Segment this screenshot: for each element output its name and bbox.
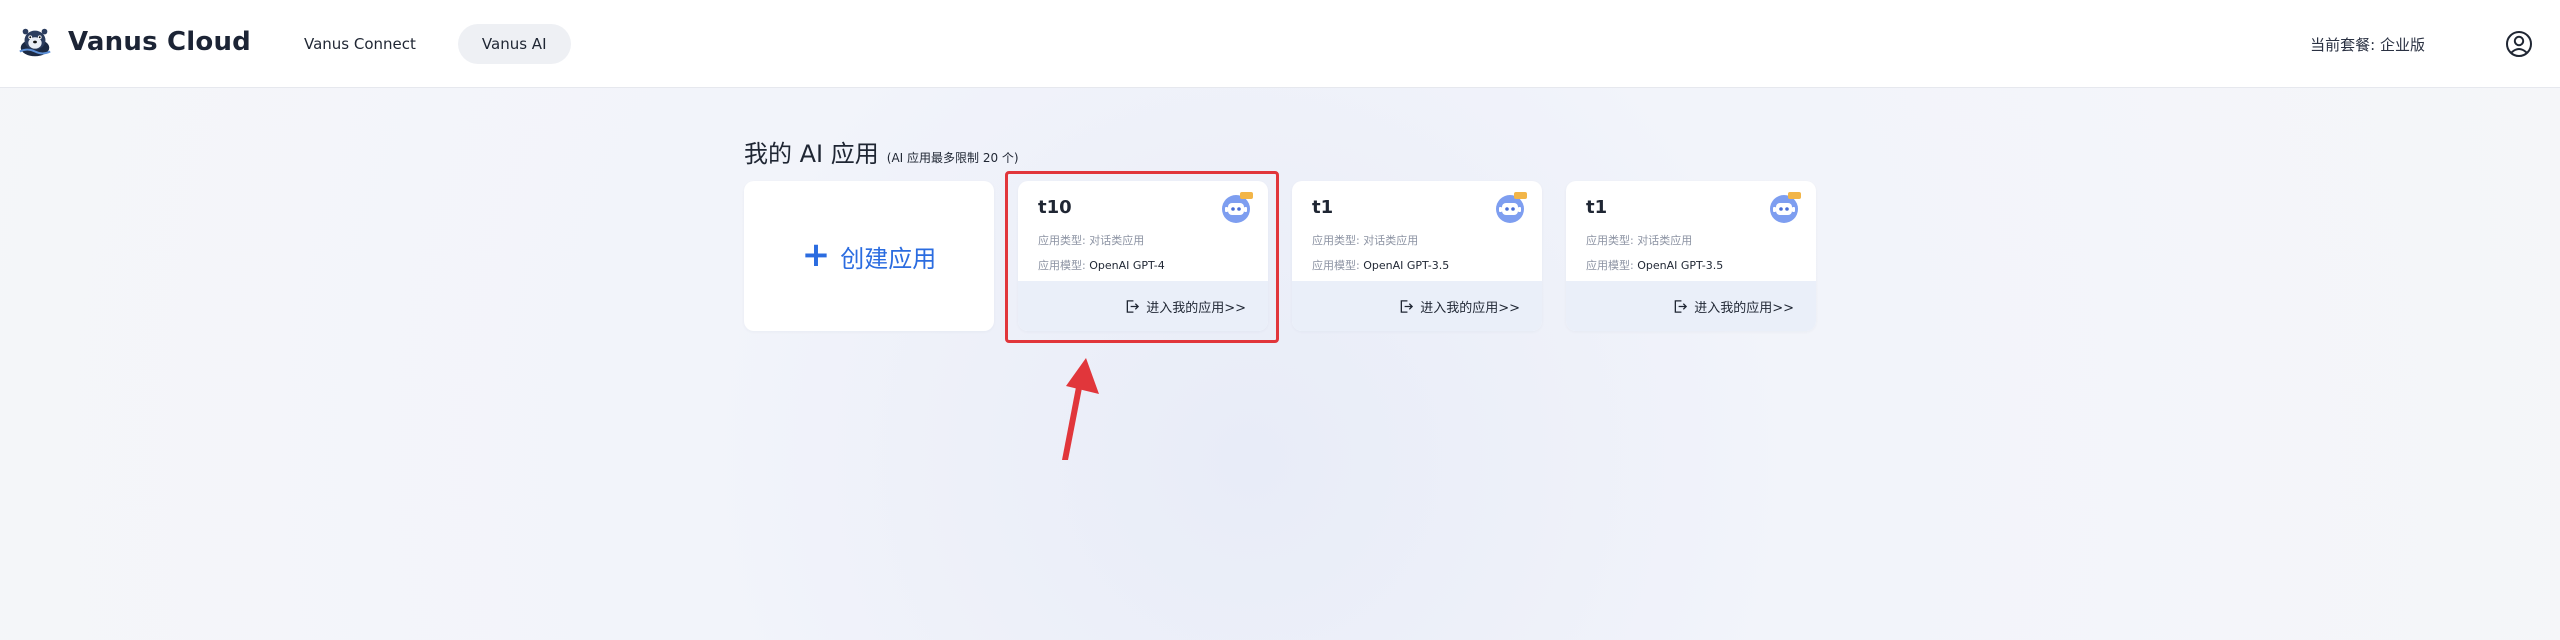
arrow-icon xyxy=(1062,358,1099,460)
otter-logo-icon xyxy=(17,24,53,60)
top-bar: Vanus Cloud Vanus Connect Vanus AI 当前套餐:… xyxy=(0,0,2560,88)
app-card[interactable]: t10 应用类型: 对话类应用 应用模型: OpenAI GPT-4 进入我的应… xyxy=(1018,181,1268,331)
user-circle-icon[interactable] xyxy=(2504,29,2534,59)
section-title: 我的 AI 应用 (AI 应用最多限制 20 个) xyxy=(744,134,1019,169)
app-model-value: OpenAI GPT-4 xyxy=(1089,259,1165,272)
app-model-label: 应用模型: xyxy=(1038,259,1086,272)
app-type: 应用类型: 对话类应用 xyxy=(1586,232,1692,248)
enter-app-label: 进入我的应用>> xyxy=(1146,300,1246,316)
brand-logo-link[interactable]: Vanus Cloud xyxy=(16,23,251,61)
app-type-value: 对话类应用 xyxy=(1363,234,1419,247)
robot-avatar-icon xyxy=(1496,192,1527,223)
app-model-value: OpenAI GPT-3.5 xyxy=(1637,259,1724,272)
enter-icon xyxy=(1400,299,1414,313)
app-type-value: 对话类应用 xyxy=(1637,234,1693,247)
app-type-label: 应用类型: xyxy=(1586,234,1634,247)
app-model: 应用模型: OpenAI GPT-3.5 xyxy=(1312,257,1449,273)
app-model-label: 应用模型: xyxy=(1312,259,1360,272)
app-model: 应用模型: OpenAI GPT-3.5 xyxy=(1586,257,1723,273)
robot-avatar-icon xyxy=(1222,192,1253,223)
nav-vanus-ai[interactable]: Vanus AI xyxy=(457,24,571,64)
enter-app-button[interactable]: 进入我的应用>> xyxy=(1292,281,1542,331)
app-model-label: 应用模型: xyxy=(1586,259,1634,272)
plus-icon: + xyxy=(801,234,831,275)
app-card[interactable]: t1 应用类型: 对话类应用 应用模型: OpenAI GPT-3.5 进入我的… xyxy=(1566,181,1816,331)
app-type-label: 应用类型: xyxy=(1312,234,1360,247)
create-app-card[interactable]: + 创建应用 xyxy=(744,181,994,331)
app-name: t1 xyxy=(1586,197,1608,218)
enter-app-button[interactable]: 进入我的应用>> xyxy=(1566,281,1816,331)
enter-icon xyxy=(1674,299,1688,313)
enter-icon xyxy=(1126,299,1140,313)
nav-vanus-connect[interactable]: Vanus Connect xyxy=(280,24,440,64)
create-app-label: 创建应用 xyxy=(840,244,937,273)
app-model-value: OpenAI GPT-3.5 xyxy=(1363,259,1450,272)
app-limit-note: (AI 应用最多限制 20 个) xyxy=(886,151,1019,165)
app-model: 应用模型: OpenAI GPT-4 xyxy=(1038,257,1165,273)
page-title: 我的 AI 应用 xyxy=(744,140,879,168)
app-type: 应用类型: 对话类应用 xyxy=(1038,232,1144,248)
current-plan: 当前套餐: 企业版 xyxy=(2310,36,2425,54)
top-nav: Vanus Connect Vanus AI xyxy=(280,24,571,64)
brand-name: Vanus Cloud xyxy=(68,27,251,57)
enter-app-label: 进入我的应用>> xyxy=(1420,300,1520,316)
robot-avatar-icon xyxy=(1770,192,1801,223)
app-type-label: 应用类型: xyxy=(1038,234,1086,247)
enter-app-label: 进入我的应用>> xyxy=(1694,300,1794,316)
app-name: t1 xyxy=(1312,197,1334,218)
app-card[interactable]: t1 应用类型: 对话类应用 应用模型: OpenAI GPT-3.5 进入我的… xyxy=(1292,181,1542,331)
app-name: t10 xyxy=(1038,197,1072,218)
enter-app-button[interactable]: 进入我的应用>> xyxy=(1018,281,1268,331)
app-type-value: 对话类应用 xyxy=(1089,234,1145,247)
app-type: 应用类型: 对话类应用 xyxy=(1312,232,1418,248)
